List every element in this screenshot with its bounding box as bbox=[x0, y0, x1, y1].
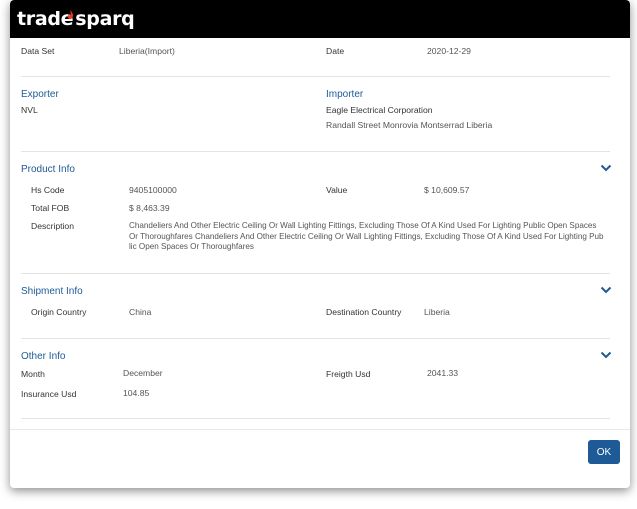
freight-label: Freigth Usd bbox=[326, 369, 371, 379]
origin-country-value: China bbox=[129, 307, 152, 317]
chevron-down-icon[interactable] bbox=[600, 164, 612, 172]
logo-text-sparq: sparq bbox=[75, 8, 135, 30]
importer-title: Importer bbox=[326, 89, 364, 100]
exporter-name: NVL bbox=[21, 105, 38, 115]
month-label: Month bbox=[21, 369, 45, 379]
description-value: Chandeliers And Other Electric Ceiling O… bbox=[129, 221, 604, 252]
flame-icon bbox=[67, 3, 74, 25]
hs-code-value: 9405100000 bbox=[129, 185, 177, 195]
total-fob-label: Total FOB bbox=[31, 203, 70, 213]
insurance-label: Insurance Usd bbox=[21, 389, 77, 399]
shipment-detail-dialog: trade sparq Data Set Liberia(Import) Dat… bbox=[10, 0, 630, 488]
header-bar: trade sparq bbox=[10, 0, 630, 38]
date-label: Date bbox=[326, 46, 345, 56]
value-label: Value bbox=[326, 185, 348, 195]
tradesparq-logo: trade sparq bbox=[17, 8, 135, 30]
divider bbox=[21, 273, 610, 274]
data-set-label: Data Set bbox=[21, 46, 55, 56]
month-value: December bbox=[123, 368, 163, 378]
hs-code-label: Hs Code bbox=[31, 185, 65, 195]
origin-country-label: Origin Country bbox=[31, 307, 87, 317]
divider bbox=[21, 418, 610, 419]
chevron-down-icon[interactable] bbox=[600, 286, 612, 294]
insurance-value: 104.85 bbox=[123, 388, 150, 398]
date-value: 2020-12-29 bbox=[427, 46, 471, 56]
destination-country-value: Liberia bbox=[424, 307, 450, 317]
divider bbox=[21, 338, 610, 339]
importer-name: Eagle Electrical Corporation bbox=[326, 105, 433, 115]
importer-address: Randall Street Monrovia Montserrad Liber… bbox=[326, 120, 493, 130]
description-label: Description bbox=[31, 221, 74, 231]
ok-button[interactable]: OK bbox=[588, 440, 620, 464]
freight-value: 2041.33 bbox=[427, 368, 459, 378]
divider bbox=[21, 76, 610, 77]
data-set-value: Liberia(Import) bbox=[119, 46, 175, 56]
chevron-down-icon[interactable] bbox=[600, 351, 612, 359]
footer-divider bbox=[10, 429, 630, 430]
destination-country-label: Destination Country bbox=[326, 307, 402, 317]
other-info-title[interactable]: Other Info bbox=[21, 351, 65, 362]
shipment-info-title[interactable]: Shipment Info bbox=[21, 286, 83, 297]
product-info-title[interactable]: Product Info bbox=[21, 164, 75, 175]
divider bbox=[21, 151, 610, 152]
total-fob-value: $ 8,463.39 bbox=[129, 203, 170, 213]
logo-text-trade: trade bbox=[17, 8, 74, 30]
exporter-title: Exporter bbox=[21, 89, 59, 100]
value-value: $ 10,609.57 bbox=[424, 185, 470, 195]
